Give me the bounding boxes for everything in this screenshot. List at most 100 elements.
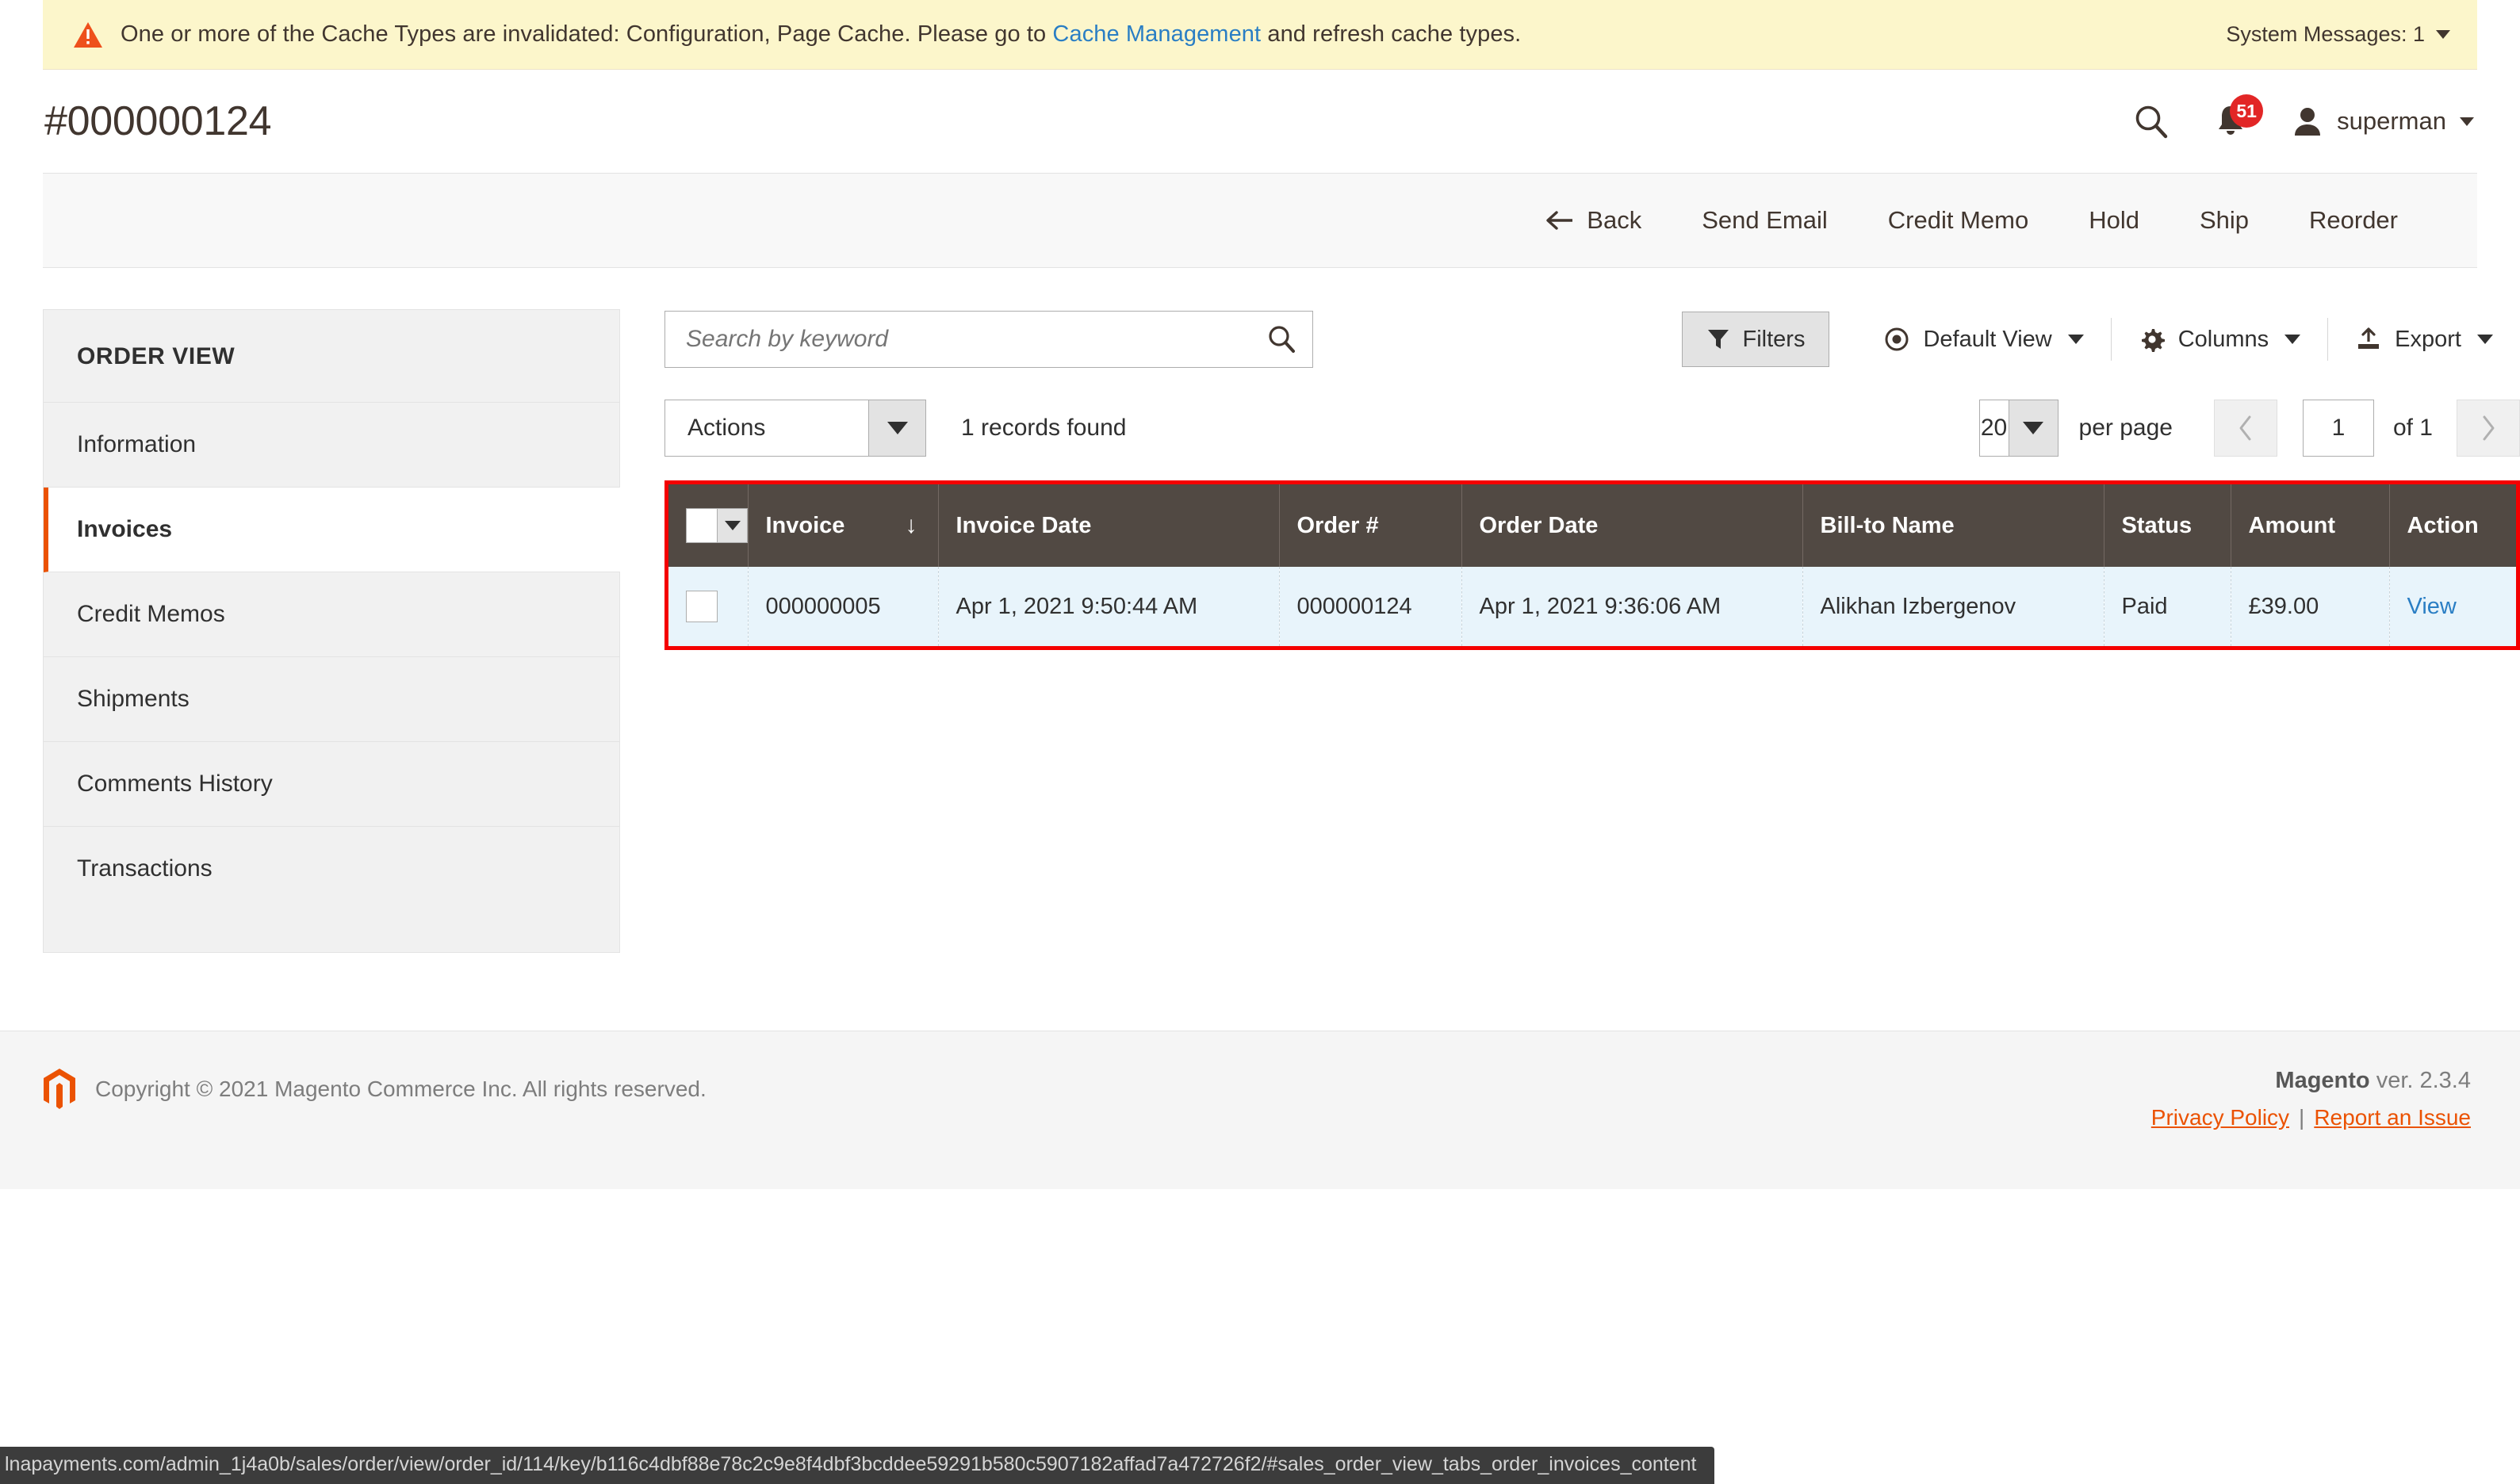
chevron-down-icon xyxy=(887,422,908,434)
column-header-invoice-label: Invoice xyxy=(765,512,845,538)
page-root: One or more of the Cache Types are inval… xyxy=(0,0,2520,1484)
user-menu[interactable]: superman xyxy=(2292,105,2474,137)
sidebar-item-information[interactable]: Information xyxy=(44,403,619,488)
system-message-text-before: One or more of the Cache Types are inval… xyxy=(121,21,1053,47)
report-issue-link[interactable]: Report an Issue xyxy=(2314,1105,2471,1130)
sidebar-title: ORDER VIEW xyxy=(44,310,619,403)
column-header-invoice-date[interactable]: Invoice Date xyxy=(938,484,1280,567)
magento-logo-icon xyxy=(43,1068,76,1111)
system-message-text-after: and refresh cache types. xyxy=(1261,21,1522,47)
gear-icon xyxy=(2139,326,2166,353)
footer-links: Privacy Policy | Report an Issue xyxy=(2151,1105,2471,1130)
chevron-down-icon xyxy=(724,521,741,530)
columns-dropdown[interactable]: Columns xyxy=(2112,318,2327,361)
hold-button[interactable]: Hold xyxy=(2059,206,2170,235)
actions-dropdown[interactable]: Actions xyxy=(664,400,926,457)
cell-amount: £39.00 xyxy=(2231,567,2390,646)
search-icon[interactable] xyxy=(1266,324,1296,354)
cell-invoice: 000000005 xyxy=(748,567,939,646)
sidebar-item-comments-history[interactable]: Comments History xyxy=(44,742,619,827)
page-header: #000000124 51 superman xyxy=(43,70,2477,173)
user-name-label: superman xyxy=(2337,107,2446,135)
page-number-input[interactable]: 1 xyxy=(2302,400,2374,457)
column-header-action: Action xyxy=(2389,484,2516,567)
row-checkbox[interactable] xyxy=(686,591,718,622)
view-invoice-link[interactable]: View xyxy=(2407,594,2457,619)
chevron-down-icon xyxy=(2477,335,2493,344)
next-page-button[interactable] xyxy=(2457,400,2520,457)
select-all-checkbox[interactable] xyxy=(687,509,717,542)
row-select-cell[interactable] xyxy=(668,567,749,646)
ship-button[interactable]: Ship xyxy=(2170,206,2279,235)
default-view-dropdown[interactable]: Default View xyxy=(1856,318,2110,361)
export-label: Export xyxy=(2395,326,2461,352)
chevron-down-icon xyxy=(2067,335,2084,344)
search-input[interactable] xyxy=(686,326,1266,353)
system-message-bar: One or more of the Cache Types are inval… xyxy=(43,0,2477,70)
back-button[interactable]: Back xyxy=(1515,206,1672,235)
cell-order-number: 000000124 xyxy=(1279,567,1462,646)
send-email-button[interactable]: Send Email xyxy=(1672,206,1858,235)
header-tools: 51 superman xyxy=(2133,94,2474,140)
cell-order-date: Apr 1, 2021 9:36:06 AM xyxy=(1461,567,1803,646)
chevron-left-icon xyxy=(2239,415,2251,441)
warning-triangle-icon xyxy=(73,21,103,48)
grid-toolbar-top: Filters Default View Colum xyxy=(664,309,2520,369)
sidebar-item-transactions[interactable]: Transactions xyxy=(44,827,619,911)
table-row[interactable]: 000000005 Apr 1, 2021 9:50:44 AM 0000001… xyxy=(668,567,2516,646)
select-all-checkbox-dropdown[interactable] xyxy=(686,508,748,543)
column-header-bill-to-name[interactable]: Bill-to Name xyxy=(1802,484,2104,567)
brand-label: Magento xyxy=(2275,1068,2370,1093)
column-header-order-date[interactable]: Order Date xyxy=(1461,484,1803,567)
grid-toolbar-mid: Actions 1 records found 20 per page 1 of… xyxy=(664,398,2520,458)
default-view-label: Default View xyxy=(1923,326,2052,352)
order-view-sidebar: ORDER VIEW Information Invoices Credit M… xyxy=(43,309,620,953)
footer-left: Copyright © 2021 Magento Commerce Inc. A… xyxy=(43,1068,707,1111)
grid-header-row: Invoice ↓ Invoice Date Order # Order Dat… xyxy=(668,484,2516,567)
page-footer: Copyright © 2021 Magento Commerce Inc. A… xyxy=(0,1031,2520,1189)
system-messages-toggle[interactable]: System Messages: 1 xyxy=(2226,22,2450,47)
sort-descending-icon: ↓ xyxy=(905,512,917,538)
version-label: ver. 2.3.4 xyxy=(2369,1068,2471,1093)
privacy-policy-link[interactable]: Privacy Policy xyxy=(2151,1105,2289,1130)
upload-icon xyxy=(2355,326,2382,353)
column-header-invoice[interactable]: Invoice ↓ xyxy=(748,484,939,567)
grid-body: 000000005 Apr 1, 2021 9:50:44 AM 0000001… xyxy=(668,567,2516,646)
user-avatar-icon xyxy=(2295,108,2321,136)
order-action-toolbar: Back Send Email Credit Memo Hold Ship Re… xyxy=(43,173,2477,268)
per-page-dropdown[interactable]: 20 xyxy=(1978,400,2059,457)
page-title: #000000124 xyxy=(44,98,272,144)
credit-memo-button[interactable]: Credit Memo xyxy=(1858,206,2059,235)
eye-icon xyxy=(1883,326,1910,353)
export-dropdown[interactable]: Export xyxy=(2328,318,2520,361)
select-all-column-header[interactable] xyxy=(668,484,749,567)
filters-button-label: Filters xyxy=(1742,326,1806,352)
column-header-amount[interactable]: Amount xyxy=(2231,484,2390,567)
sidebar-item-shipments[interactable]: Shipments xyxy=(44,657,619,742)
per-page-dropdown-arrow[interactable] xyxy=(2008,400,2058,456)
footer-right: Magento ver. 2.3.4 Privacy Policy | Report… xyxy=(2151,1068,2471,1130)
chevron-down-icon xyxy=(2460,117,2474,126)
chevron-right-icon xyxy=(2483,415,2495,441)
column-header-order-number[interactable]: Order # xyxy=(1279,484,1462,567)
previous-page-button[interactable] xyxy=(2213,400,2277,457)
search-box[interactable] xyxy=(664,311,1313,368)
chevron-down-icon xyxy=(2023,422,2044,434)
filters-button[interactable]: Filters xyxy=(1681,312,1830,367)
column-header-status[interactable]: Status xyxy=(2104,484,2231,567)
search-icon[interactable] xyxy=(2133,103,2170,140)
funnel-icon xyxy=(1706,327,1730,351)
sidebar-item-invoices[interactable]: Invoices xyxy=(44,488,620,572)
cell-invoice-date: Apr 1, 2021 9:50:44 AM xyxy=(938,567,1280,646)
invoices-grid-highlight: Invoice ↓ Invoice Date Order # Order Dat… xyxy=(664,480,2520,650)
page-total-label: of 1 xyxy=(2392,415,2433,441)
notifications-bell-button[interactable]: 51 xyxy=(2214,94,2264,139)
main-content: ORDER VIEW Information Invoices Credit M… xyxy=(43,268,2520,966)
grid-content: Filters Default View Colum xyxy=(620,309,2520,966)
actions-dropdown-arrow[interactable] xyxy=(868,400,925,456)
system-message-text: One or more of the Cache Types are inval… xyxy=(121,21,1521,48)
cache-management-link[interactable]: Cache Management xyxy=(1052,21,1261,47)
sidebar-item-credit-memos[interactable]: Credit Memos xyxy=(44,572,619,657)
select-all-dropdown-arrow[interactable] xyxy=(717,509,747,542)
reorder-button[interactable]: Reorder xyxy=(2279,206,2428,235)
